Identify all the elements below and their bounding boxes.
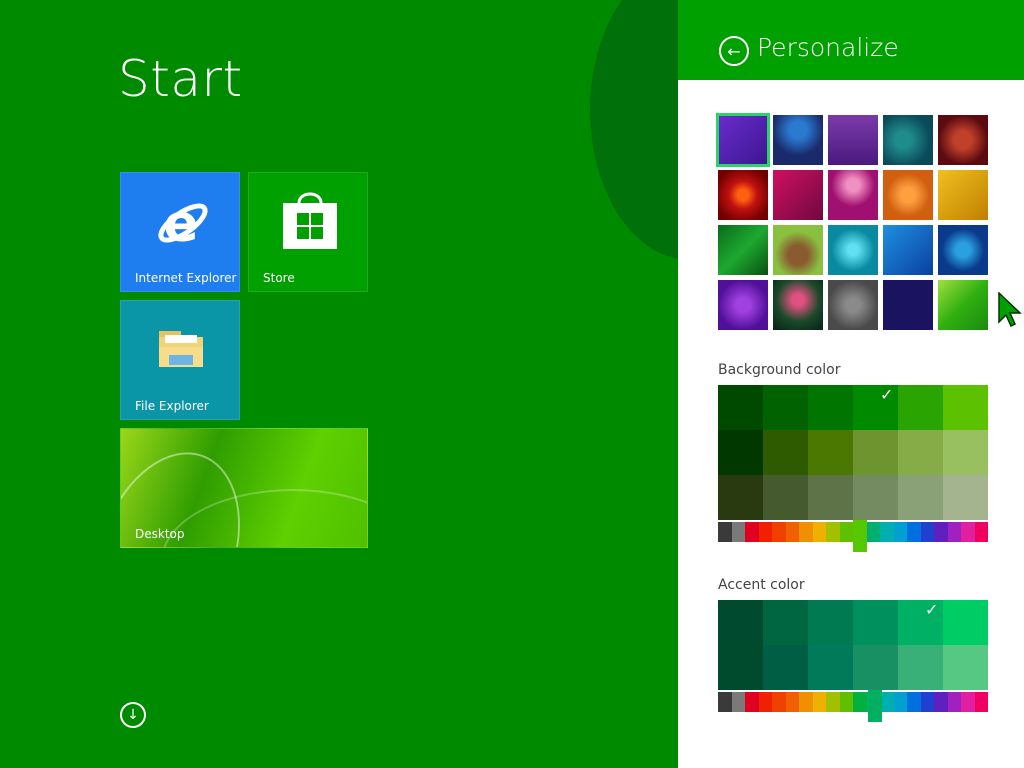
color-swatch[interactable]: [898, 430, 943, 475]
start-screen: Start e Internet Explorer Store File Exp…: [0, 0, 678, 768]
background-hue-slider[interactable]: [853, 520, 867, 552]
color-swatch[interactable]: [853, 475, 898, 520]
folder-icon: [159, 331, 203, 367]
color-swatch[interactable]: [718, 430, 763, 475]
color-swatch[interactable]: [808, 475, 853, 520]
background-pattern[interactable]: [773, 225, 823, 275]
color-swatch[interactable]: [943, 645, 988, 690]
accent-color-label: Accent color: [718, 577, 805, 593]
color-swatch[interactable]: [943, 475, 988, 520]
background-pattern[interactable]: [716, 113, 770, 167]
color-swatch[interactable]: [808, 645, 853, 690]
color-swatch[interactable]: [763, 385, 808, 430]
color-swatch[interactable]: [718, 385, 763, 430]
background-pattern[interactable]: [883, 170, 933, 220]
accent-color-grid: ✓: [718, 600, 988, 690]
color-swatch[interactable]: [898, 475, 943, 520]
background-pattern[interactable]: [718, 280, 768, 330]
mouse-cursor-icon: [998, 292, 1022, 328]
background-pattern[interactable]: [883, 280, 933, 330]
background-pattern[interactable]: [718, 225, 768, 275]
svg-text:e: e: [163, 194, 198, 253]
panel-header: ← Personalize: [678, 0, 1024, 80]
tile-internet-explorer[interactable]: e Internet Explorer: [120, 172, 240, 292]
color-swatch[interactable]: [718, 600, 763, 645]
background-pattern[interactable]: [828, 280, 878, 330]
color-swatch[interactable]: [853, 645, 898, 690]
background-pattern[interactable]: [773, 170, 823, 220]
background-pattern[interactable]: [938, 280, 988, 330]
background-pattern[interactable]: [828, 170, 878, 220]
background-pattern[interactable]: [773, 280, 823, 330]
tile-label: Store: [263, 271, 295, 285]
color-swatch[interactable]: [718, 645, 763, 690]
color-swatch[interactable]: [853, 430, 898, 475]
background-pattern[interactable]: [718, 170, 768, 220]
background-pattern[interactable]: [938, 225, 988, 275]
checkmark-icon: ✓: [880, 385, 894, 404]
tile-desktop[interactable]: Desktop: [120, 428, 368, 548]
color-swatch[interactable]: [763, 430, 808, 475]
tile-store[interactable]: Store: [248, 172, 368, 292]
color-swatch[interactable]: [763, 475, 808, 520]
background-color-label: Background color: [718, 362, 841, 378]
tile-label: Internet Explorer: [135, 271, 237, 285]
color-swatch[interactable]: [898, 645, 943, 690]
background-pattern[interactable]: [883, 115, 933, 165]
back-arrow-icon[interactable]: ←: [719, 36, 749, 66]
color-swatch[interactable]: [943, 430, 988, 475]
personalize-panel: ← Personalize Background color ✓ Accent …: [678, 0, 1024, 768]
background-swoosh: [590, 0, 678, 260]
internet-explorer-icon: e: [158, 194, 208, 253]
color-swatch[interactable]: [808, 430, 853, 475]
color-swatch[interactable]: [943, 385, 988, 430]
color-swatch[interactable]: [718, 475, 763, 520]
color-swatch[interactable]: [808, 385, 853, 430]
background-pattern[interactable]: [828, 115, 878, 165]
accent-hue-slider[interactable]: [868, 690, 882, 722]
start-title: Start: [118, 50, 243, 108]
background-pattern[interactable]: [828, 225, 878, 275]
background-color-grid: ✓: [718, 385, 988, 520]
color-swatch[interactable]: [808, 600, 853, 645]
accent-hue-strip[interactable]: [718, 692, 988, 712]
color-swatch[interactable]: [898, 385, 943, 430]
background-pattern[interactable]: [938, 115, 988, 165]
tile-label: Desktop: [135, 527, 185, 541]
store-bag-icon: [283, 192, 337, 249]
background-pattern[interactable]: [883, 225, 933, 275]
tile-file-explorer[interactable]: File Explorer: [120, 300, 240, 420]
color-swatch[interactable]: [853, 600, 898, 645]
background-pattern[interactable]: [773, 115, 823, 165]
panel-title: Personalize: [757, 33, 899, 62]
background-pattern[interactable]: [938, 170, 988, 220]
color-swatch[interactable]: [943, 600, 988, 645]
checkmark-icon: ✓: [925, 600, 939, 619]
tile-label: File Explorer: [135, 399, 209, 413]
all-apps-down-arrow-icon[interactable]: ↓: [120, 702, 146, 728]
color-swatch[interactable]: [763, 600, 808, 645]
color-swatch[interactable]: [763, 645, 808, 690]
